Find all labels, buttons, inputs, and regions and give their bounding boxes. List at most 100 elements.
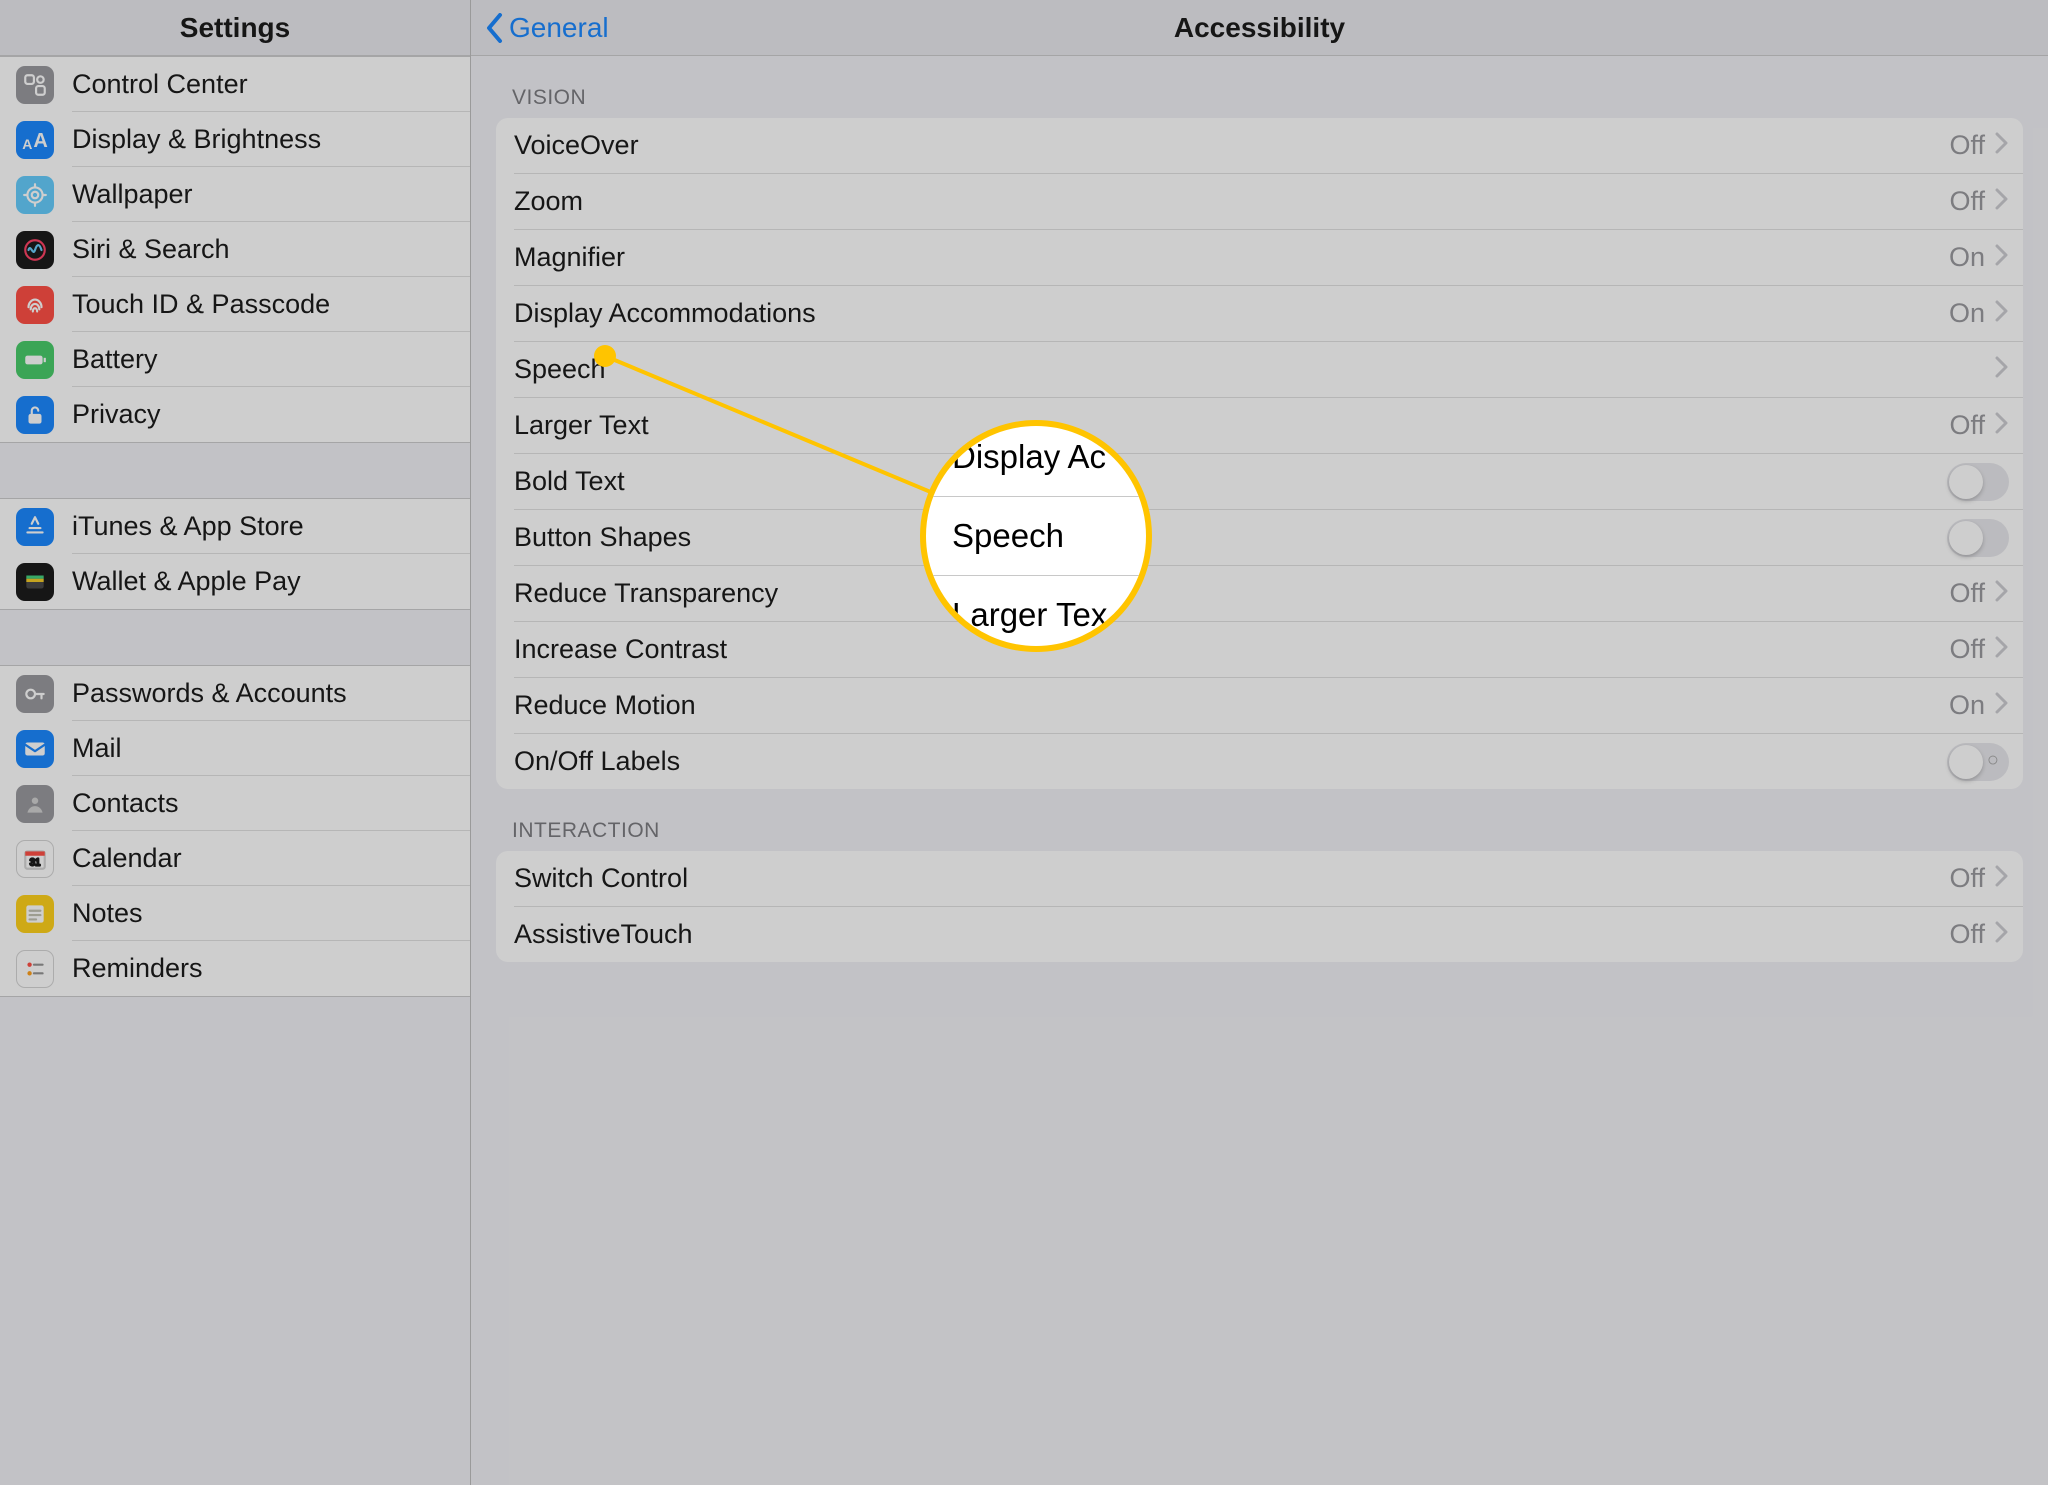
sidebar-item[interactable]: Display & Brightness	[0, 112, 470, 167]
section-header: Interaction	[496, 789, 2023, 851]
setting-row[interactable]: Button Shapes	[496, 510, 2023, 565]
sidebar-item[interactable]: Siri & Search	[0, 222, 470, 277]
setting-row[interactable]: Reduce TransparencyOff	[496, 566, 2023, 621]
detail-title: Accessibility	[1174, 12, 1345, 44]
detail-header: General Accessibility	[471, 0, 2048, 56]
setting-status: On	[1949, 690, 1985, 721]
sidebar-item[interactable]: Wallpaper	[0, 167, 470, 222]
sidebar-item[interactable]: Wallet & Apple Pay	[0, 554, 470, 609]
setting-label: Speech	[514, 354, 606, 385]
toggle-switch[interactable]	[1947, 463, 2009, 501]
setting-label: Increase Contrast	[514, 634, 727, 665]
calendar-icon: 31	[16, 840, 54, 878]
chevron-right-icon	[1995, 692, 2009, 719]
sidebar-item-label: Battery	[72, 344, 158, 375]
siri-icon	[16, 231, 54, 269]
chevron-right-icon	[1995, 412, 2009, 439]
sidebar-item[interactable]: 31 Calendar	[0, 831, 470, 886]
sidebar-item-label: Control Center	[72, 69, 248, 100]
section: VoiceOver Off Zoom Off MagnifierOnDisplay Ac…	[496, 118, 2023, 789]
sidebar-item[interactable]: Mail	[0, 721, 470, 776]
touch-id-icon	[16, 286, 54, 324]
setting-row[interactable]: Bold Text	[496, 454, 2023, 509]
sidebar-item-label: Calendar	[72, 843, 182, 874]
sidebar-item-label: Passwords & Accounts	[72, 678, 347, 709]
svg-text:31: 31	[30, 857, 41, 868]
sidebar-header: Settings	[0, 0, 470, 56]
setting-label: Button Shapes	[514, 522, 691, 553]
sidebar-item-label: Display & Brightness	[72, 124, 321, 155]
setting-status: Off	[1949, 130, 1985, 161]
setting-label: AssistiveTouch	[514, 919, 693, 950]
sidebar-item[interactable]: iTunes & App Store	[0, 499, 470, 554]
setting-label: Switch Control	[514, 863, 688, 894]
setting-row[interactable]: AssistiveTouch Off	[496, 907, 2023, 962]
detail-pane: General Accessibility Vision VoiceOver Off…	[471, 0, 2048, 1485]
setting-status: Off	[1949, 919, 1985, 950]
setting-row[interactable]: Switch Control Off	[496, 851, 2023, 906]
setting-label: Bold Text	[514, 466, 625, 497]
app-store-icon	[16, 508, 54, 546]
privacy-icon	[16, 396, 54, 434]
sidebar-item-label: Siri & Search	[72, 234, 230, 265]
chevron-right-icon	[1995, 921, 2009, 948]
notes-icon	[16, 895, 54, 933]
chevron-right-icon	[1995, 188, 2009, 215]
chevron-right-icon	[1995, 865, 2009, 892]
toggle-switch[interactable]	[1947, 743, 2009, 781]
section-header: Vision	[496, 56, 2023, 118]
detail-scroll[interactable]: Vision VoiceOver Off Zoom Off MagnifierOnDisp…	[471, 56, 2048, 1485]
setting-label: Larger Text	[514, 410, 649, 441]
sidebar-item[interactable]: Control Center	[0, 57, 470, 112]
setting-row[interactable]: Reduce Motion On	[496, 678, 2023, 733]
reminders-icon	[16, 950, 54, 988]
sidebar-group: Passwords & Accounts MailContacts 31 Calend…	[0, 665, 470, 997]
setting-label: Zoom	[514, 186, 583, 217]
setting-row[interactable]: Display AccommodationsOn	[496, 286, 2023, 341]
sidebar-group: iTunes & App StoreWallet & Apple Pay	[0, 498, 470, 610]
setting-status: Off	[1949, 578, 1985, 609]
chevron-right-icon	[1995, 132, 2009, 159]
wallet-icon	[16, 563, 54, 601]
setting-status: Off	[1949, 410, 1985, 441]
back-label: General	[509, 12, 609, 44]
setting-row[interactable]: VoiceOver Off	[496, 118, 2023, 173]
setting-row[interactable]: Zoom Off	[496, 174, 2023, 229]
sidebar-item[interactable]: Passwords & Accounts	[0, 666, 470, 721]
setting-row[interactable]: On/Off Labels	[496, 734, 2023, 789]
sidebar-group: Control Center Display & Brightness Wallpa…	[0, 56, 470, 443]
section: Switch Control Off AssistiveTouch Off	[496, 851, 2023, 962]
passwords-icon	[16, 675, 54, 713]
display-brightness-icon	[16, 121, 54, 159]
sidebar-item[interactable]: Contacts	[0, 776, 470, 831]
sidebar-scroll[interactable]: Control Center Display & Brightness Wallpa…	[0, 56, 470, 1485]
setting-status: On	[1949, 298, 1985, 329]
setting-row[interactable]: Speech	[496, 342, 2023, 397]
sidebar-item[interactable]: Notes	[0, 886, 470, 941]
settings-app: Settings Control Center Display & Brightn…	[0, 0, 2048, 1485]
callout-dot	[594, 345, 616, 367]
sidebar-item-label: Reminders	[72, 953, 203, 984]
control-center-icon	[16, 66, 54, 104]
toggle-switch[interactable]	[1947, 519, 2009, 557]
setting-row[interactable]: MagnifierOn	[496, 230, 2023, 285]
setting-status: Off	[1949, 186, 1985, 217]
sidebar-item[interactable]: Battery	[0, 332, 470, 387]
chevron-left-icon	[485, 13, 505, 43]
setting-status: Off	[1949, 634, 1985, 665]
sidebar-item[interactable]: Touch ID & Passcode	[0, 277, 470, 332]
sidebar-item-label: Notes	[72, 898, 143, 929]
setting-label: Reduce Motion	[514, 690, 696, 721]
setting-label: VoiceOver	[514, 130, 639, 161]
setting-row[interactable]: Increase Contrast Off	[496, 622, 2023, 677]
sidebar-item[interactable]: Reminders	[0, 941, 470, 996]
chevron-right-icon	[1995, 300, 2009, 327]
setting-status: Off	[1949, 863, 1985, 894]
chevron-right-icon	[1995, 244, 2009, 271]
setting-label: On/Off Labels	[514, 746, 680, 777]
contacts-icon	[16, 785, 54, 823]
sidebar-item[interactable]: Privacy	[0, 387, 470, 442]
chevron-right-icon	[1995, 636, 2009, 663]
back-button[interactable]: General	[485, 0, 609, 56]
chevron-right-icon	[1995, 356, 2009, 383]
